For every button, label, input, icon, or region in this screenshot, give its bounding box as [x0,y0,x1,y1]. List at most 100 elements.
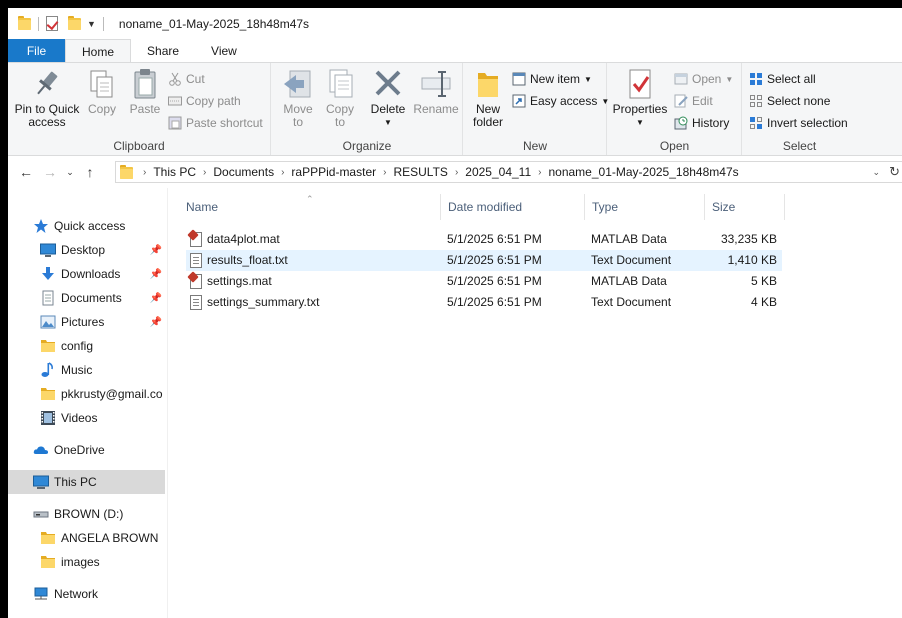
tab-view[interactable]: View [195,39,253,63]
nav-quick-access[interactable]: Quick access [8,214,165,238]
nav-documents[interactable]: Documents 📌 [8,286,165,310]
customize-toolbar-dropdown-icon[interactable]: ▼ [87,19,96,29]
breadcrumb-this-pc[interactable]: This PC [149,165,200,179]
table-row[interactable]: data4plot.mat 5/1/2025 6:51 PM MATLAB Da… [186,229,782,250]
nav-images[interactable]: images [8,550,165,574]
pin-icon[interactable]: 📌 [150,317,162,328]
pin-icon[interactable]: 📌 [150,269,162,280]
star-icon [33,218,49,234]
file-size: 4 KB [750,295,777,309]
nav-pkkrusty-folder[interactable]: pkkrusty@gmail.co [8,382,165,406]
ribbon: Pin to Quick access Copy Paste Cut Copy … [8,62,902,156]
properties-dropdown-icon: ▼ [636,118,644,127]
forward-arrow-icon[interactable]: → [38,164,62,180]
column-header-name[interactable]: Name ⌃ [178,194,440,220]
pin-to-quick-access-button[interactable]: Pin to Quick access [14,67,80,129]
move-to-button[interactable]: Move to [280,67,316,129]
paste-shortcut-icon [168,116,182,130]
table-row[interactable]: settings_summary.txt 5/1/2025 6:51 PM Te… [186,292,782,313]
nav-onedrive[interactable]: OneDrive [8,438,165,462]
nav-videos[interactable]: Videos [8,406,165,430]
pin-icon[interactable]: 📌 [150,245,162,256]
nav-downloads[interactable]: Downloads 📌 [8,262,165,286]
delete-button[interactable]: Delete ▼ [368,67,408,129]
file-type: Text Document [591,295,672,309]
column-header-type[interactable]: Type [584,194,704,220]
recent-locations-chevron-icon[interactable]: ⌄ [62,167,78,178]
properties-label: Properties [612,102,668,116]
paste-button[interactable]: Paste [126,67,164,116]
tab-share[interactable]: Share [131,39,195,63]
tab-home[interactable]: Home [65,39,132,63]
column-header-label: Name [186,200,219,214]
open-label: Open [692,72,722,86]
properties-check-icon[interactable] [46,16,58,31]
breadcrumb-separator-icon[interactable]: › [452,167,461,178]
pictures-icon [40,314,56,330]
column-header-date-modified[interactable]: Date modified [440,194,584,220]
folder-icon [120,164,134,180]
divider [38,16,39,31]
film-icon [40,410,56,426]
nav-desktop[interactable]: Desktop 📌 [8,238,165,262]
title-bar: ▼ noname_01-May-2025_18h48m47s [8,8,902,39]
history-button[interactable]: History [674,113,729,133]
sort-up-icon: ⌃ [306,194,314,204]
invert-selection-label: Invert selection [767,116,848,130]
address-dropdown-icon[interactable]: ⌄ [872,167,880,178]
easy-access-button[interactable]: Easy access ▼ [512,91,609,111]
new-item-button[interactable]: New item ▼ [512,69,592,89]
breadcrumb-documents[interactable]: Documents [209,165,278,179]
select-all-button[interactable]: Select all [749,69,816,89]
nav-label: images [61,555,100,569]
breadcrumb-results[interactable]: RESULTS [389,165,451,179]
pin-icon [31,67,63,101]
new-folder-button[interactable]: New folder [470,67,506,129]
up-arrow-icon[interactable]: ↑ [78,164,102,180]
edit-button[interactable]: Edit [674,91,713,111]
breadcrumb-rapppid-master[interactable]: raPPPid-master [287,165,380,179]
pin-label-line2: access [28,115,66,129]
paste-shortcut-button[interactable]: Paste shortcut [168,113,263,133]
breadcrumb-separator-icon[interactable]: › [200,167,209,178]
breadcrumb-current-folder[interactable]: noname_01-May-2025_18h48m47s [544,165,742,179]
tab-file[interactable]: File [8,39,65,63]
copy-path-button[interactable]: Copy path [168,91,241,111]
paste-label: Paste [129,102,161,116]
nav-music[interactable]: Music [8,358,165,382]
copy-to-button[interactable]: Copy to [322,67,358,129]
breadcrumb-separator-icon[interactable]: › [380,167,389,178]
new-folder-icon[interactable] [68,16,81,31]
column-divider[interactable] [784,194,785,220]
breadcrumb-date-folder[interactable]: 2025_04_11 [461,165,535,179]
back-arrow-icon[interactable]: ← [14,164,38,180]
breadcrumb-separator-icon[interactable]: › [535,167,544,178]
nav-drive-d[interactable]: BROWN (D:) [8,502,165,526]
invert-selection-button[interactable]: Invert selection [749,113,848,133]
properties-button[interactable]: Properties ▼ [612,67,668,129]
copy-button[interactable]: Copy [84,67,120,116]
folder-icon [40,530,56,546]
select-none-button[interactable]: Select none [749,91,830,111]
breadcrumb-separator-icon[interactable]: › [140,167,149,178]
nav-this-pc[interactable]: This PC [8,470,165,494]
rename-button[interactable]: Rename [413,67,459,116]
nav-angela-brown[interactable]: ANGELA BROWN [8,526,165,550]
address-bar[interactable]: › This PC › Documents › raPPPid-master ›… [115,161,902,183]
computer-icon [33,474,49,490]
open-button[interactable]: Open ▼ [674,69,733,89]
file-type: MATLAB Data [591,274,667,288]
folder-icon [18,16,31,31]
column-header-size[interactable]: Size [704,194,784,220]
table-row[interactable]: settings.mat 5/1/2025 6:51 PM MATLAB Dat… [186,271,782,292]
nav-network[interactable]: Network [8,582,165,606]
file-size: 1,410 KB [727,253,777,267]
pin-icon[interactable]: 📌 [150,293,162,304]
open-group-label: Open [659,139,690,153]
cut-button[interactable]: Cut [168,69,205,89]
refresh-icon[interactable]: ↻ [889,164,900,180]
nav-pictures[interactable]: Pictures 📌 [8,310,165,334]
table-row[interactable]: results_float.txt 5/1/2025 6:51 PM Text … [186,250,782,271]
breadcrumb-separator-icon[interactable]: › [278,167,287,178]
nav-config[interactable]: config [8,334,165,358]
